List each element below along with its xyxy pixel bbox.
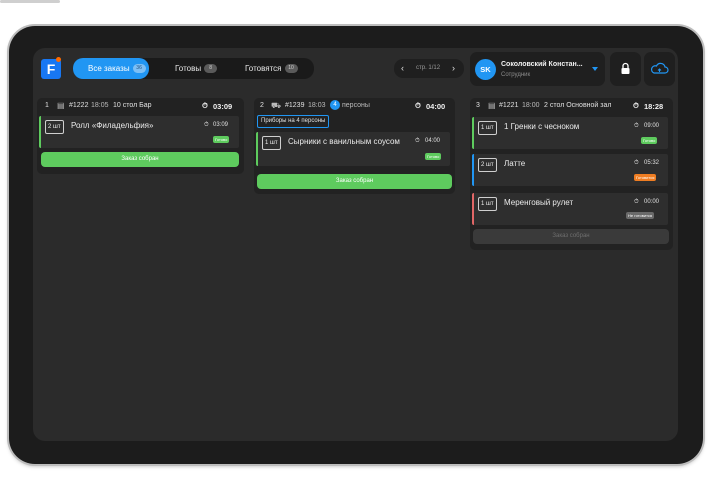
item-name: 1 Гренки с чесноком bbox=[504, 122, 580, 131]
app-logo: F bbox=[41, 59, 61, 79]
cloud-sync-icon bbox=[650, 62, 669, 74]
order-card: 1 ▤ #1222 18:05 10 стол Бар ⏱ 03:09 2 шт… bbox=[37, 98, 244, 174]
status-badge: Готовится bbox=[634, 174, 657, 181]
order-index: 2 bbox=[260, 102, 264, 109]
logo-badge-icon bbox=[56, 57, 61, 62]
timer-icon: ⏱ bbox=[204, 122, 209, 128]
tab-ready[interactable]: Готовы 8 bbox=[167, 58, 227, 79]
lock-button[interactable] bbox=[610, 52, 641, 86]
delivery-icon: ⛟ bbox=[271, 101, 282, 110]
item-name: Меренговый рулет bbox=[504, 198, 574, 207]
order-collected-button[interactable]: Заказ собран bbox=[473, 229, 669, 244]
timer-icon: ⏱ bbox=[202, 101, 208, 110]
order-item[interactable]: 1 шт Меренговый рулет ⏱ 00:00 Не готовит… bbox=[472, 193, 668, 225]
order-collected-button[interactable]: Заказ собран bbox=[41, 152, 239, 167]
pagination: ‹ стр. 1/12 › bbox=[394, 59, 464, 78]
tab-all-orders-count: 36 bbox=[132, 64, 146, 74]
timer-icon: ⏱ bbox=[634, 199, 639, 205]
table-icon: ▤ bbox=[57, 101, 65, 110]
item-timer: 09:00 bbox=[644, 123, 660, 129]
tab-cooking-label: Готовятся bbox=[245, 64, 282, 73]
order-time: 18:00 bbox=[522, 102, 540, 109]
persons-label: персоны bbox=[342, 102, 370, 109]
order-note: Приборы на 4 персоны bbox=[257, 115, 330, 128]
order-item[interactable]: 1 шт Сырники с ванильным соусом ⏱ 04:00 … bbox=[256, 132, 450, 166]
item-timer: 04:00 bbox=[425, 138, 441, 144]
timer-icon: ⏱ bbox=[634, 160, 639, 166]
order-timer: 18:28 bbox=[644, 102, 664, 111]
order-card: 3 ▤ #1221 18:00 2 стол Основной зал ⏱ 18… bbox=[470, 98, 673, 250]
page-indicator: стр. 1/12 bbox=[416, 65, 441, 71]
tab-cooking-count: 10 bbox=[284, 64, 298, 74]
avatar: SK bbox=[475, 59, 496, 80]
item-name: Ролл «Филадельфия» bbox=[71, 121, 154, 130]
tab-all-orders-label: Все заказы bbox=[88, 64, 130, 73]
item-timer: 00:00 bbox=[644, 199, 660, 205]
home-indicator bbox=[0, 0, 60, 3]
order-item[interactable]: 2 шт Ролл «Филадельфия» ⏱ 03:09 Готово bbox=[39, 116, 239, 148]
order-index: 3 bbox=[476, 102, 480, 109]
item-quantity: 1 шт bbox=[478, 121, 497, 135]
lock-icon bbox=[621, 62, 630, 74]
order-number: #1221 bbox=[499, 102, 519, 109]
item-quantity: 1 шт bbox=[262, 136, 281, 150]
chevron-right-icon[interactable]: › bbox=[452, 59, 455, 78]
order-timer: 04:00 bbox=[426, 102, 446, 111]
user-name: Соколовский Констан... bbox=[501, 61, 583, 68]
order-time: 18:05 bbox=[91, 102, 109, 109]
status-badge: Готово bbox=[641, 137, 658, 144]
persons-count-badge: 4 bbox=[330, 100, 340, 110]
order-filter-tabs: Все заказы 36 Готовы 8 Готовятся 10 bbox=[73, 58, 314, 79]
order-timer: 03:09 bbox=[213, 102, 233, 111]
tab-ready-label: Готовы bbox=[175, 64, 202, 73]
order-item[interactable]: 2 шт Латте ⏱ 05:32 Готовится bbox=[472, 154, 668, 186]
item-name: Латте bbox=[504, 159, 526, 168]
chevron-down-icon bbox=[592, 67, 598, 71]
status-badge: Готово bbox=[425, 153, 442, 160]
item-timer: 03:09 bbox=[213, 122, 229, 128]
status-badge: Не готовится bbox=[626, 212, 655, 219]
order-card: 2 ⛟ #1239 18:03 4 персоны ⏱ 04:00 Прибор… bbox=[254, 98, 455, 194]
tab-all-orders[interactable]: Все заказы 36 bbox=[73, 58, 149, 79]
user-role: Сотрудник bbox=[501, 72, 531, 78]
tab-cooking[interactable]: Готовятся 10 bbox=[236, 58, 311, 79]
order-location: 2 стол Основной зал bbox=[544, 102, 612, 109]
item-quantity: 1 шт bbox=[478, 197, 497, 211]
order-time: 18:03 bbox=[308, 102, 326, 109]
timer-icon: ⏱ bbox=[634, 123, 639, 129]
order-index: 1 bbox=[45, 102, 49, 109]
user-menu[interactable]: SK Соколовский Констан... Сотрудник bbox=[470, 52, 605, 86]
timer-icon: ⏱ bbox=[415, 138, 420, 144]
order-number: #1239 bbox=[285, 102, 305, 109]
item-quantity: 2 шт bbox=[45, 120, 64, 134]
item-timer: 05:32 bbox=[644, 160, 660, 166]
tab-ready-count: 8 bbox=[204, 64, 218, 74]
status-badge: Готово bbox=[213, 136, 230, 143]
table-icon: ▤ bbox=[488, 101, 496, 110]
cloud-sync-button[interactable] bbox=[644, 52, 675, 86]
timer-icon: ⏱ bbox=[415, 101, 421, 110]
app-screen: F Все заказы 36 Готовы 8 Готовятся 10 ‹ стр… bbox=[33, 48, 678, 441]
item-name: Сырники с ванильным соусом bbox=[288, 137, 400, 146]
order-collected-button[interactable]: Заказ собран bbox=[257, 174, 452, 189]
order-location: 10 стол Бар bbox=[113, 102, 152, 109]
timer-icon: ⏱ bbox=[633, 101, 639, 110]
order-item[interactable]: 1 шт 1 Гренки с чесноком ⏱ 09:00 Готово bbox=[472, 117, 668, 149]
item-quantity: 2 шт bbox=[478, 158, 497, 172]
chevron-left-icon[interactable]: ‹ bbox=[401, 59, 404, 78]
order-number: #1222 bbox=[69, 102, 89, 109]
